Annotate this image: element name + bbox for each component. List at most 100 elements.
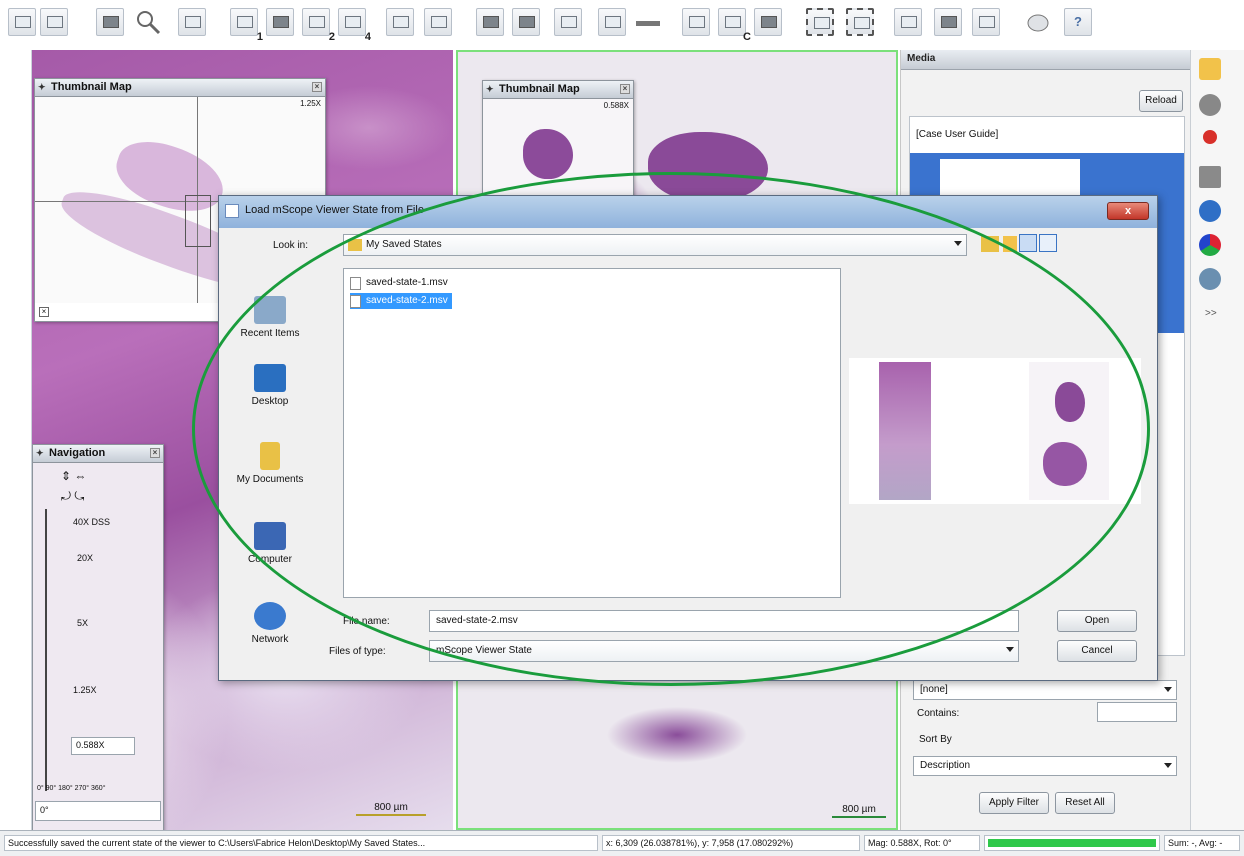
hand-tool-icon[interactable] bbox=[934, 8, 962, 36]
navigation-panel[interactable]: ✦ Navigation × ⇕ ⇔ ⤾ ⤿ 40X DSS 20X 5X 1.… bbox=[32, 444, 164, 830]
media-item-user-guide[interactable]: [Case User Guide] bbox=[916, 129, 998, 140]
book-icon[interactable] bbox=[1199, 166, 1221, 188]
load-state-icon[interactable] bbox=[846, 8, 874, 36]
place-desktop[interactable]: Desktop bbox=[229, 364, 311, 407]
tissue-shape bbox=[523, 129, 573, 179]
zoom-level-20x[interactable]: 20X bbox=[77, 553, 93, 563]
sort-select[interactable]: Description bbox=[913, 756, 1177, 776]
magnification-field[interactable]: 0.588X bbox=[71, 737, 135, 755]
open-button[interactable]: Open bbox=[1057, 610, 1137, 632]
file-item-1[interactable]: saved-state-1.msv bbox=[350, 275, 448, 291]
info-icon[interactable] bbox=[1199, 200, 1221, 222]
pin-icon[interactable]: ✦ bbox=[38, 82, 46, 93]
apply-filter-button[interactable]: Apply Filter bbox=[979, 792, 1049, 814]
scale-bar-left: 800 µm bbox=[356, 802, 426, 816]
thumbnail-map-left-header[interactable]: ✦ Thumbnail Map × bbox=[35, 79, 325, 97]
color-icon[interactable] bbox=[1199, 234, 1221, 256]
close-icon[interactable]: × bbox=[620, 84, 630, 94]
navigation-header[interactable]: ✦ Navigation × bbox=[33, 445, 163, 463]
single-view-icon[interactable] bbox=[8, 8, 36, 36]
thumbnail-viewport-box[interactable] bbox=[185, 195, 211, 247]
save-state-icon[interactable] bbox=[806, 8, 834, 36]
list-view-icon[interactable] bbox=[1019, 234, 1037, 252]
magnifier-icon[interactable] bbox=[134, 8, 162, 36]
collapse-icon[interactable]: × bbox=[39, 307, 49, 317]
status-coordinates: x: 6,309 (26.038781%), y: 7,958 (17.0802… bbox=[602, 835, 860, 851]
folder-icon bbox=[348, 239, 362, 251]
close-icon[interactable]: × bbox=[150, 448, 160, 458]
status-message: Successfully saved the current state of … bbox=[4, 835, 598, 851]
dialog-title-bar[interactable]: Load mScope Viewer State from File x bbox=[219, 196, 1157, 228]
thumbnail-map-center-header[interactable]: ✦ Thumbnail Map × bbox=[483, 81, 633, 99]
file-name-label: File name: bbox=[343, 616, 390, 627]
fullscreen-icon[interactable] bbox=[894, 8, 922, 36]
files-of-type-select[interactable]: mScope Viewer State bbox=[429, 640, 1019, 662]
place-network[interactable]: Network bbox=[229, 602, 311, 645]
place-computer[interactable]: Computer bbox=[229, 522, 311, 565]
rotate-arrows-icon[interactable]: ⤾ ⤿ bbox=[61, 489, 84, 504]
progress-bar bbox=[984, 835, 1160, 851]
load-state-dialog: Load mScope Viewer State from File x Loo… bbox=[218, 195, 1158, 681]
center-view-icon[interactable] bbox=[424, 8, 452, 36]
place-recent-items[interactable]: Recent Items bbox=[229, 296, 311, 339]
tile-view-icon[interactable] bbox=[96, 8, 124, 36]
chevron-down-icon bbox=[1164, 763, 1172, 768]
pin-icon[interactable]: ✦ bbox=[36, 448, 44, 459]
up-folder-icon[interactable] bbox=[981, 236, 999, 252]
pin-icon[interactable]: ✦ bbox=[486, 84, 494, 95]
view-toggle-icon[interactable] bbox=[266, 8, 294, 36]
zoom-level-1-25x[interactable]: 1.25X bbox=[73, 685, 97, 695]
file-name-input[interactable]: saved-state-2.msv bbox=[429, 610, 1019, 632]
filter-select[interactable]: [none] bbox=[913, 680, 1177, 700]
annotation-list-icon[interactable] bbox=[512, 8, 540, 36]
pin-marker-icon[interactable] bbox=[1203, 130, 1217, 144]
pan-arrows-icon[interactable]: ⇕ ⇔ bbox=[61, 469, 86, 483]
minimize-view-icon[interactable] bbox=[178, 8, 206, 36]
media-panel-title: Media bbox=[901, 50, 1190, 70]
copy-icon[interactable]: C bbox=[718, 8, 751, 43]
download-icon[interactable] bbox=[598, 8, 626, 36]
file-list[interactable]: saved-state-1.msv saved-state-2.msv bbox=[343, 268, 841, 598]
grid-view-icon[interactable] bbox=[386, 8, 414, 36]
zoom-level-5x[interactable]: 5X bbox=[77, 618, 88, 628]
zoom-slider-track[interactable] bbox=[45, 509, 47, 791]
rotate-right-icon[interactable] bbox=[1024, 8, 1052, 36]
help-icon[interactable]: ? bbox=[1064, 8, 1092, 36]
file-item-2[interactable]: saved-state-2.msv bbox=[350, 293, 452, 309]
user-icon[interactable] bbox=[1199, 268, 1221, 290]
zoom-level-40x[interactable]: 40X DSS bbox=[73, 517, 110, 527]
contains-label: Contains: bbox=[917, 708, 960, 719]
snapshot-icon[interactable] bbox=[682, 8, 710, 36]
my-documents-label: My Documents bbox=[236, 474, 304, 485]
dialog-close-button[interactable]: x bbox=[1107, 202, 1149, 220]
cancel-button[interactable]: Cancel bbox=[1057, 640, 1137, 662]
frame-icon[interactable] bbox=[554, 8, 582, 36]
file-icon bbox=[350, 295, 361, 308]
close-icon[interactable]: × bbox=[312, 82, 322, 92]
thumbnail-center-zoom: 0.588X bbox=[603, 101, 629, 110]
contains-input[interactable] bbox=[1097, 702, 1177, 722]
desktop-label: Desktop bbox=[251, 396, 289, 407]
view-1-label: 1 bbox=[256, 31, 263, 43]
disc-icon[interactable] bbox=[1199, 94, 1221, 116]
view-1-icon[interactable]: 1 bbox=[230, 8, 263, 43]
new-folder-icon[interactable] bbox=[1003, 236, 1017, 252]
rotate-left-icon[interactable] bbox=[972, 8, 1000, 36]
look-in-select[interactable]: My Saved States bbox=[343, 234, 967, 256]
folder-icon[interactable] bbox=[1199, 58, 1221, 80]
thumbnail-zoom-label: 1.25X bbox=[300, 99, 321, 108]
place-my-documents[interactable]: My Documents bbox=[229, 442, 311, 485]
reload-button[interactable]: Reload bbox=[1139, 90, 1183, 112]
view-4-icon[interactable]: 4 bbox=[338, 8, 371, 43]
print-icon[interactable] bbox=[754, 8, 782, 36]
details-view-icon[interactable] bbox=[1039, 234, 1057, 252]
expand-icon[interactable]: >> bbox=[1205, 308, 1217, 319]
chevron-down-icon bbox=[1006, 647, 1014, 652]
reset-all-button[interactable]: Reset All bbox=[1055, 792, 1115, 814]
annotation-icon[interactable] bbox=[476, 8, 504, 36]
ruler-icon[interactable] bbox=[634, 8, 662, 36]
view-2-icon[interactable]: 2 bbox=[302, 8, 335, 43]
dual-view-icon[interactable] bbox=[40, 8, 68, 36]
rotation-field[interactable]: 0° bbox=[35, 801, 161, 821]
look-in-value: My Saved States bbox=[366, 239, 442, 250]
